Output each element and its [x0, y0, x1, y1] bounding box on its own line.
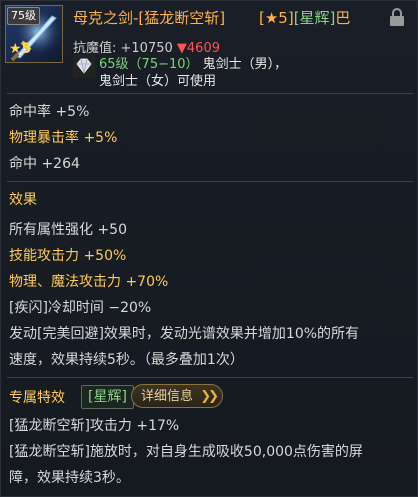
star-grade-mark: ★5	[9, 41, 32, 57]
effect-all-attr: 所有属性强化 +50	[9, 222, 127, 238]
divider	[7, 181, 413, 182]
special-skill-atk: [猛龙断空斩]攻击力 +17%	[9, 418, 180, 434]
effect-perfect-dodge-2: 速度，效果持续5秒。（最多叠加1次）	[9, 352, 244, 368]
item-grade: [★5][星辉]巴	[259, 7, 350, 28]
item-tooltip-panel: 75级 ★5 母克之剑-[猛龙断空斩] [★5][星辉]巴 抗魔值: +1075…	[0, 0, 418, 497]
detail-info-button[interactable]: 详细信息 ❯❯	[131, 384, 223, 408]
stat-phys-crit: 物理暴击率 +5%	[9, 130, 118, 146]
stat-hit-rate: 命中率 +5%	[9, 104, 90, 120]
effects-title: 效果	[9, 192, 37, 208]
effect-phys-mag-atk: 物理、魔法攻击力 +70%	[9, 274, 169, 290]
special-tag: [星辉]	[81, 385, 134, 409]
item-header: 75级 ★5 母克之剑-[猛龙断空斩] [★5][星辉]巴 抗魔值: +1075…	[1, 1, 418, 93]
special-shield-2: 障，效果持续3秒。	[9, 470, 130, 486]
detail-info-label: 详细信息	[141, 389, 194, 404]
required-class-2: 鬼剑士（女）可使用	[99, 74, 217, 89]
special-title: 专属特效	[9, 390, 65, 406]
level-badge: 75级	[7, 7, 40, 25]
double-chevron-right-icon: ❯❯	[200, 389, 219, 404]
item-name: 母克之剑-[猛龙断空斩]	[73, 9, 226, 27]
effect-perfect-dodge-1: 发动[完美回避]效果时，发动光谱效果并增加10%的所有	[9, 326, 360, 342]
divider	[7, 377, 413, 378]
grade-star: [★5]	[259, 9, 294, 27]
stat-hit: 命中 +264	[9, 156, 80, 172]
grade-tag: [星辉]	[293, 9, 336, 27]
diamond-icon	[73, 55, 95, 77]
divider	[7, 93, 413, 94]
grade-suffix: 巴	[335, 9, 351, 27]
effect-cooldown: [疾闪]冷却时间 −20%	[9, 300, 152, 316]
special-shield-1: [猛龙断空斩]施放时，对自身生成吸收50,000点伤害的屏	[9, 444, 363, 460]
effect-skill-atk: 技能攻击力 +50%	[9, 248, 127, 264]
lock-icon[interactable]	[387, 7, 407, 27]
